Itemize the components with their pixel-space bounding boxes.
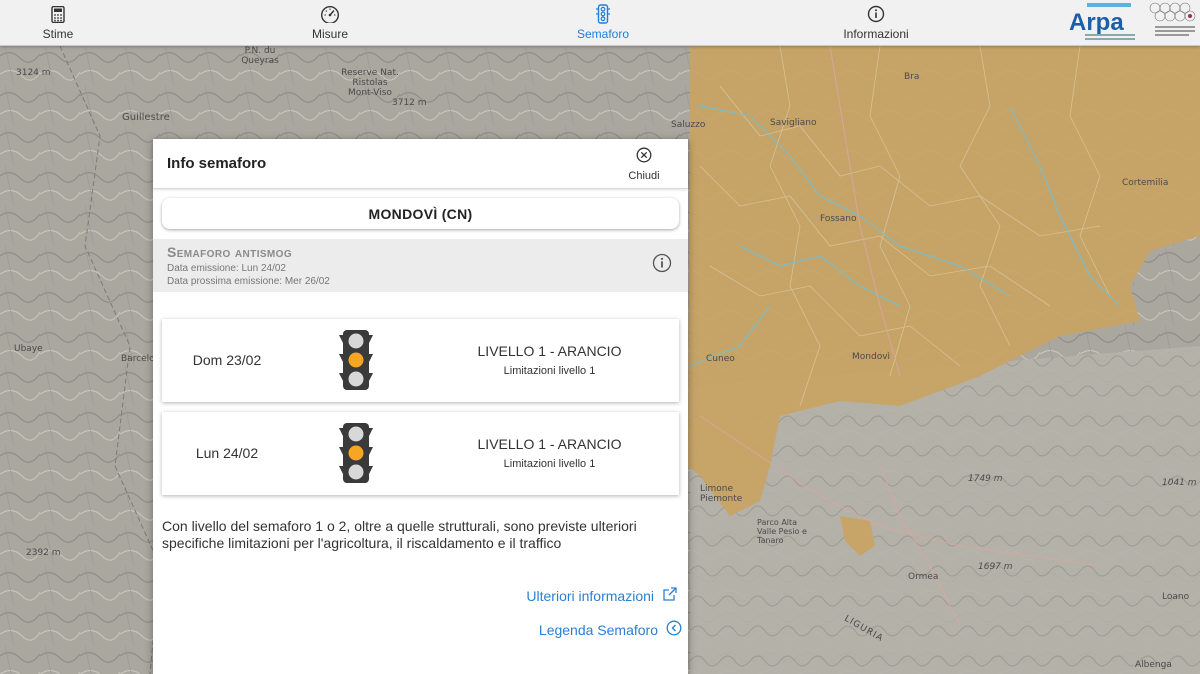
next-emission-date: Data prossima emissione: Mer 26/02 [167,276,330,287]
level-title: LIVELLO 1 - ARANCIO [477,343,622,359]
external-link-icon [662,586,678,605]
info-icon [866,4,886,24]
level-subtitle: Limitazioni livello 1 [503,365,596,377]
map-label: 3712 m [392,98,427,108]
traffic-light-red [348,426,364,442]
nav-item-stime[interactable]: Stime [28,0,88,46]
map-label: Cuneo [706,354,735,364]
band-title: Semaforo antismog [167,244,293,260]
calculator-icon [48,4,68,24]
map-label: 1041 m [1162,478,1197,488]
map-label: Barcelo [121,354,155,364]
traffic-light-icon [338,422,374,489]
map-label: Fossano [820,214,857,224]
dialog-header: Info semaforo Chiudi [153,139,688,189]
nav-item-semaforo[interactable]: Semaforo [568,0,638,46]
map-label: 3124 m [16,68,51,78]
map-label: 2392 m [26,548,61,558]
station-name: MONDOVÌ (CN) [162,198,679,229]
traffic-light-green [348,464,364,480]
map-label: Saluzzo [671,120,706,130]
level-subtitle: Limitazioni livello 1 [503,458,596,470]
nav-item-informazioni[interactable]: Informazioni [836,0,916,46]
more-info-link[interactable]: Ulteriori informazioni [526,586,678,605]
day-label: Lun 24/02 [195,445,259,461]
emission-date: Data emissione: Lun 24/02 [167,263,286,274]
level-title: LIVELLO 1 - ARANCIO [477,436,622,452]
chevron-left-circle-icon [666,620,682,639]
arpa-logo: Arpa [1065,0,1200,46]
gauge-icon [320,4,340,24]
info-semaforo-dialog: Info semaforo Chiudi MONDOVÌ (CN) Semafo… [153,139,688,674]
day-label: Dom 23/02 [192,352,262,368]
nav-label-informazioni: Informazioni [843,27,909,41]
nav-item-misure[interactable]: Misure [300,0,360,46]
traffic-light-orange [348,445,364,461]
nav-label-misure: Misure [311,27,348,41]
map-label: Mondovì [852,352,891,362]
dialog-title: Info semaforo [167,155,267,172]
map-label: Limone Piemonte [700,484,743,504]
day-card: Lun 24/02 LIVELLO 1 - ARANCIO Limitazion… [162,412,679,495]
map-label: Cortemilia [1122,178,1169,188]
map-label: Savigliano [770,118,817,128]
map-label: Ormea [908,572,939,582]
map-label: P.N. du Queyras [241,46,279,66]
traffic-light-green [348,371,364,387]
info-icon[interactable] [652,253,672,278]
map-label: Ubaye [14,344,43,354]
close-button[interactable]: Chiudi [624,147,664,182]
day-card: Dom 23/02 LIVELLO 1 - ARANCIO Limitazion… [162,319,679,402]
map-label: Loano [1162,592,1190,602]
top-navigation-bar: Stime Misure Semaforo Informazioni Arpa [0,0,1200,46]
traffic-light-icon [593,4,613,24]
map-label: Albenga [1135,660,1172,670]
map-label: Reserve Nat. Ristolas Mont-Viso [341,68,399,98]
map-label: 1697 m [978,562,1013,572]
close-icon [636,147,652,168]
arpa-logo-text: Arpa [1069,9,1124,36]
semaforo-info-band: Semaforo antismog Data emissione: Lun 24… [153,239,688,292]
traffic-light-red [348,333,364,349]
limitations-note: Con livello del semaforo 1 o 2, oltre a … [162,518,637,551]
map-label: Guillestre [122,112,170,123]
traffic-light-icon [338,329,374,396]
map-label: Bra [904,72,920,82]
map-label: 1749 m [968,474,1003,484]
traffic-light-orange [348,352,364,368]
close-label: Chiudi [628,170,660,182]
legend-label: Legenda Semaforo [538,621,658,638]
more-info-label: Ulteriori informazioni [526,587,654,604]
nav-label-stime: Stime [42,27,74,41]
legend-link[interactable]: Legenda Semaforo [539,620,682,639]
map-label: Parco Alta Valle Pesio e Tanaro [757,518,807,545]
nav-label-semaforo: Semaforo [576,27,630,41]
